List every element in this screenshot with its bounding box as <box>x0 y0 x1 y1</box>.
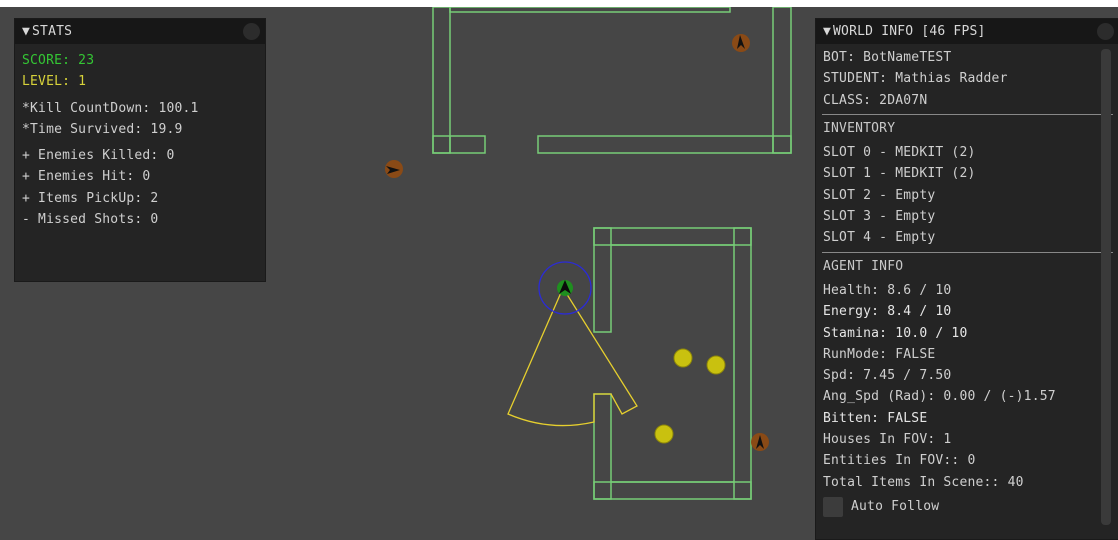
enemy-zombie <box>385 160 403 178</box>
house-middle <box>593 227 752 500</box>
item-pickup <box>654 424 674 444</box>
angular-speed-text: Ang_Spd (Rad): 0.00 / (-)1.57 <box>823 389 1056 405</box>
missed-shots-text: - Missed Shots: 0 <box>22 212 159 228</box>
inventory-slot: SLOT 1 - MEDKIT (2) <box>823 166 976 182</box>
collapse-triangle-icon[interactable]: ▼ <box>823 19 831 44</box>
kill-countdown-text: *Kill CountDown: 100.1 <box>22 100 199 116</box>
entities-fov-text: Entities In FOV:: 0 <box>823 453 976 469</box>
stats-title: STATS <box>32 24 73 39</box>
stats-header[interactable]: ▼ STATS <box>15 19 265 44</box>
enemy-zombie <box>732 34 750 52</box>
inventory-slot: SLOT 4 - Empty <box>823 230 936 246</box>
inventory-title: INVENTORY <box>823 120 896 136</box>
health-text: Health: 8.6 / 10 <box>823 282 952 298</box>
houses-fov-text: Houses In FOV: 1 <box>823 432 952 448</box>
house-mid-wall-right <box>733 227 752 500</box>
item-pickup <box>706 355 726 375</box>
separator <box>822 251 1113 253</box>
score-text: SCORE: 23 <box>22 53 95 68</box>
level-text: LEVEL: 1 <box>22 74 87 90</box>
window-top-bar <box>0 0 1118 7</box>
enemies <box>385 34 769 451</box>
world-info-header[interactable]: ▼ WORLD INFO [46 FPS] <box>816 19 1118 44</box>
run-mode-text: RunMode: FALSE <box>823 346 936 362</box>
house-top-wall-top <box>449 7 731 13</box>
auto-follow-checkbox[interactable] <box>823 496 843 517</box>
enemy-zombie <box>751 433 769 451</box>
class-text: CLASS: 2DA07N <box>823 92 928 108</box>
agent-info-title: AGENT INFO <box>823 258 904 274</box>
house-top-wall-right <box>772 7 792 154</box>
house-mid-wall-top <box>593 227 752 246</box>
house-top <box>432 7 792 154</box>
house-top-wall-bottom-left <box>432 135 486 154</box>
stats-panel: ▼ STATS SCORE: 23 LEVEL: 1 *Kill CountDow… <box>14 18 266 282</box>
enemies-killed-text: + Enemies Killed: 0 <box>22 148 175 164</box>
house-top-wall-bottom-right <box>537 135 792 154</box>
speed-text: Spd: 7.45 / 7.50 <box>823 368 952 384</box>
auto-follow-row[interactable]: Auto Follow <box>816 496 1118 517</box>
auto-follow-label: Auto Follow <box>851 499 940 515</box>
bot-name-text: BOT: BotNameTEST <box>823 50 952 65</box>
world-info-panel: ▼ WORLD INFO [46 FPS] BOT: BotNameTEST ST… <box>815 18 1118 540</box>
inventory-slot: SLOT 2 - Empty <box>823 187 936 203</box>
energy-text: Energy: 8.4 / 10 <box>823 304 952 320</box>
item-pickup <box>673 348 693 368</box>
scrollbar[interactable] <box>1101 49 1111 525</box>
separator <box>822 113 1113 115</box>
bitten-text: Bitten: FALSE <box>823 410 928 426</box>
house-mid-wall-bottom <box>593 481 752 500</box>
student-text: STUDENT: Mathias Radder <box>823 71 1008 87</box>
collapse-triangle-icon[interactable]: ▼ <box>22 19 30 44</box>
agent <box>538 261 592 315</box>
inventory-slot: SLOT 0 - MEDKIT (2) <box>823 145 976 161</box>
stamina-text: Stamina: 10.0 / 10 <box>823 325 968 341</box>
panel-close-icon[interactable] <box>1097 23 1114 40</box>
house-mid-wall-left-upper <box>593 227 612 333</box>
enemies-hit-text: + Enemies Hit: 0 <box>22 169 151 185</box>
house-top-wall-left <box>432 7 451 154</box>
inventory-slot: SLOT 3 - Empty <box>823 209 936 225</box>
items-pickup-text: + Items PickUp: 2 <box>22 190 159 206</box>
world-info-title: WORLD INFO [46 FPS] <box>833 24 986 39</box>
panel-close-icon[interactable] <box>243 23 260 40</box>
agent-fov-cone <box>507 286 638 427</box>
time-survived-text: *Time Survived: 19.9 <box>22 121 183 137</box>
house-mid-wall-left-lower <box>593 393 612 500</box>
total-items-text: Total Items In Scene:: 40 <box>823 474 1024 490</box>
